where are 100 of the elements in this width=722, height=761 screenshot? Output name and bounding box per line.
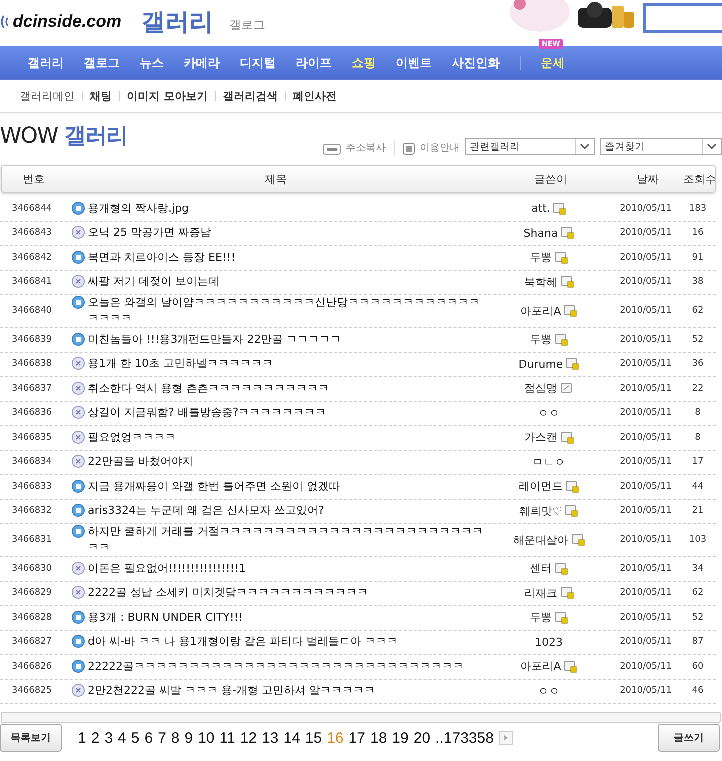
post-title-link[interactable]: 용개형의 짝사랑.jpg bbox=[88, 200, 190, 217]
next-page-icon[interactable] bbox=[498, 731, 513, 745]
post-title-link[interactable]: 이돈은 필요없어!!!!!!!!!!!!!!!!1 bbox=[88, 560, 246, 577]
write-button[interactable]: 글쓰기 bbox=[658, 724, 720, 752]
page-link[interactable]: 18 bbox=[370, 730, 388, 746]
page-link[interactable]: 4 bbox=[118, 730, 126, 746]
author-name[interactable]: 두뽕 bbox=[530, 332, 552, 348]
usage-guide-link[interactable]: 이용안내 bbox=[420, 141, 460, 155]
post-date: 2010/05/11 bbox=[619, 686, 673, 696]
scrollbar[interactable] bbox=[1, 712, 721, 723]
post-title-link[interactable]: 오닉 25 막공가면 짜증남 bbox=[88, 225, 212, 242]
post-title-link[interactable]: 하지만 쿨하게 거래를 거절ㅋㅋㅋㅋㅋㅋㅋㅋㅋㅋㅋㅋㅋㅋㅋㅋㅋㅋㅋㅋㅋㅋㅋㅋㅋㅋ bbox=[88, 524, 484, 556]
author-name[interactable]: 두뽕 bbox=[530, 250, 552, 266]
nav-link[interactable]: 디지털 bbox=[230, 54, 286, 72]
subnav-link[interactable]: 이미지 모아보기 bbox=[127, 88, 208, 104]
page-link[interactable]: ..173358 bbox=[436, 730, 494, 746]
post-title-link[interactable]: 2만2천222골 씨발 ㅋㅋㅋ 용-개형 고민하셔 알ㅋㅋㅋㅋㅋ bbox=[88, 683, 376, 700]
favorites-select[interactable]: 즐겨찾기 bbox=[600, 138, 722, 155]
page-link[interactable]: 17 bbox=[348, 730, 366, 746]
author-name[interactable]: 레이먼드 bbox=[519, 479, 563, 494]
post-title-link[interactable]: 22222골ㅋㅋㅋㅋㅋㅋㅋㅋㅋㅋㅋㅋㅋㅋㅋㅋㅋㅋㅋㅋㅋㅋㅋㅋㅋㅋㅋㅋㅋㅋ bbox=[88, 658, 464, 675]
nav-link[interactable]: 라이프 bbox=[286, 54, 342, 72]
author-name[interactable]: 아포리A bbox=[520, 659, 562, 674]
site-title[interactable]: 갤러리 bbox=[142, 6, 214, 38]
nav-link[interactable]: 사진인화 bbox=[442, 54, 510, 72]
author-name[interactable]: 가스캔 bbox=[524, 430, 558, 446]
search-field[interactable] bbox=[643, 3, 722, 33]
author-name[interactable]: 1023 bbox=[535, 636, 563, 649]
post-title-link[interactable]: 지금 용개짜응이 와갤 한번 틀어주면 소원이 없겠따 bbox=[88, 478, 340, 495]
page-link[interactable]: 10 bbox=[198, 730, 215, 746]
page-link[interactable]: 5 bbox=[131, 730, 140, 746]
post-date: 2010/05/11 bbox=[619, 662, 673, 672]
page-link[interactable]: 8 bbox=[171, 730, 180, 746]
view-count: 52 bbox=[691, 612, 705, 623]
related-gallery-select[interactable]: 관련갤러리 bbox=[465, 138, 595, 155]
page-link[interactable]: 7 bbox=[158, 730, 166, 746]
post-title-link[interactable]: 용3개 : BURN UNDER CITY!!! bbox=[88, 610, 244, 626]
nav-link[interactable]: 카메라 bbox=[174, 54, 230, 72]
subnav-link[interactable]: 갤러리메인 bbox=[20, 88, 75, 104]
post-title-link[interactable]: 용1개 한 10초 고민하넬ㅋㅋㅋㅋㅋㅋ bbox=[88, 356, 274, 372]
author-name[interactable]: 아포리A bbox=[520, 304, 562, 318]
subnav-link[interactable]: 갤러리검색 bbox=[222, 88, 278, 104]
page-link[interactable]: 12 bbox=[240, 730, 258, 746]
nav-link[interactable]: 이벤트 bbox=[386, 54, 442, 72]
subnav-link[interactable]: 채팅 bbox=[90, 88, 112, 104]
author-name[interactable]: 리재크 bbox=[524, 586, 558, 601]
post-date: 2010/05/11 bbox=[619, 564, 673, 574]
column-header: 글쓴이 bbox=[534, 172, 568, 186]
page-link[interactable]: 20 bbox=[414, 730, 431, 746]
author-name[interactable]: 해운대살아 bbox=[514, 532, 568, 548]
post-title-link[interactable]: 복면과 치르아이스 등장 EE!!! bbox=[88, 250, 236, 266]
post-title-link[interactable]: 취소한다 역시 용형 츤츤ㅋㅋㅋㅋㅋㅋㅋㅋㅋㅋㅋ bbox=[88, 380, 330, 397]
post-number: 3466841 bbox=[10, 277, 54, 288]
author-name[interactable]: 점심맹 bbox=[524, 381, 558, 396]
copy-address-link[interactable]: 주소복사 bbox=[346, 141, 386, 155]
list-button[interactable]: 목록보기 bbox=[0, 724, 62, 752]
post-title-link[interactable]: 씨팔 저기 데젖이 보이는데 bbox=[88, 274, 220, 290]
post-title-link[interactable]: 필요없엉ㅋㅋㅋㅋ bbox=[88, 430, 176, 446]
guide-icon bbox=[403, 143, 415, 155]
page-link[interactable]: 6 bbox=[144, 730, 154, 746]
post-date: 2010/05/11 bbox=[619, 482, 673, 492]
view-count: 103 bbox=[688, 535, 708, 545]
column-header: 번호 bbox=[22, 172, 46, 186]
page-link[interactable]: 19 bbox=[392, 730, 409, 746]
page-link[interactable]: 11 bbox=[220, 730, 236, 746]
page-link[interactable]: 1 bbox=[78, 730, 86, 746]
page-link[interactable]: 15 bbox=[305, 730, 322, 746]
author-name[interactable]: ㅁㄴㅇ bbox=[532, 454, 566, 470]
post-title-link[interactable]: 22만골을 바쳤어야지 bbox=[88, 454, 194, 470]
post-title-link[interactable]: 오늘은 와갤의 날이얌ㅋㅋㅋㅋㅋㅋㅋㅋㅋㅋㅋ신난당ㅋㅋㅋㅋㅋㅋㅋㅋㅋㅋㅋㅋㅋㅋㅋㅋ bbox=[88, 295, 484, 327]
gallog-link[interactable]: 갤로그 bbox=[230, 16, 266, 34]
post-title-link[interactable]: d아 씨-바 ㅋㅋ 나 용1개형이랑 같은 파티다 벌레들ㄷ아 ㅋㅋㅋ bbox=[88, 634, 398, 650]
post-title-link[interactable]: 미친놈들아 !!!용3개펀드만들자 22만골 ㄱㄱㄱㄱㄱ bbox=[88, 332, 342, 348]
author-name[interactable]: 두뽕 bbox=[530, 610, 552, 626]
post-number: 3466834 bbox=[10, 457, 54, 468]
author-name[interactable]: Durume bbox=[518, 358, 564, 371]
page-link[interactable]: 14 bbox=[284, 730, 300, 746]
author-name[interactable]: att. bbox=[532, 202, 550, 216]
nav-link[interactable]: 갤로그 bbox=[74, 54, 130, 72]
author-name[interactable]: 북학혜 bbox=[524, 274, 558, 290]
author-name[interactable]: ㅇㅇ bbox=[538, 406, 560, 421]
nav-link[interactable]: 뉴스 bbox=[130, 54, 174, 72]
author-name[interactable]: ㅇㅇ bbox=[538, 684, 560, 699]
post-title-link[interactable]: 2222골 성납 소세키 미치겟닼ㅋㅋㅋㅋㅋㅋㅋㅋㅋㅋㅋㅋ bbox=[88, 585, 368, 602]
post-title-link[interactable]: aris3324는 누군데 왜 검은 신사모자 쓰고있어? bbox=[88, 503, 324, 520]
post-date: 2010/05/11 bbox=[619, 228, 673, 238]
page-link[interactable]: 13 bbox=[262, 730, 279, 746]
author-name[interactable]: 센터 bbox=[530, 561, 552, 576]
page-link[interactable]: 2 bbox=[91, 730, 100, 746]
site-logo[interactable]: dcinside.com bbox=[13, 12, 122, 32]
subnav-link[interactable]: 폐인사전 bbox=[292, 88, 337, 104]
post-number: 3466837 bbox=[10, 384, 54, 394]
post-title-link[interactable]: 상길이 지금뭐함? 배틀방송중?ㅋㅋㅋㅋㅋㅋㅋㅋ bbox=[88, 405, 327, 422]
author-name[interactable]: Shana bbox=[524, 226, 558, 240]
page-link[interactable]: 3 bbox=[104, 730, 114, 746]
author-name[interactable]: 췌릐맛♡ bbox=[520, 504, 562, 519]
nav-link[interactable]: 갤러리 bbox=[18, 54, 74, 72]
page-link[interactable]: 9 bbox=[184, 730, 194, 746]
post-number: 3466829 bbox=[10, 588, 54, 598]
view-count: 91 bbox=[691, 252, 705, 263]
